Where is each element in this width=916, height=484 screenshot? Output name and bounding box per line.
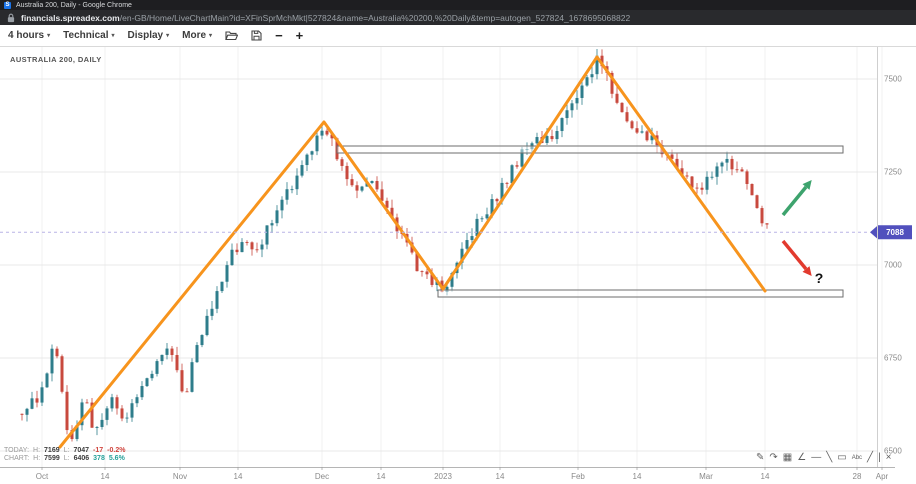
low-label: L: <box>64 447 70 455</box>
instrument-label: AUSTRALIA 200, DAILY <box>10 55 102 64</box>
chart-low-value: 6406 <box>74 455 90 463</box>
chevron-down-icon: ▾ <box>209 32 212 39</box>
question-mark-annotation[interactable]: ? <box>815 270 824 286</box>
today-high-value: 7169 <box>44 447 60 455</box>
x-axis-label: 28 <box>853 472 862 481</box>
today-low-value: 7047 <box>73 447 89 455</box>
x-axis-label: Dec <box>315 472 329 481</box>
chart-stats-row: CHART: H: 7599 L: 6406 378 5.6% <box>4 455 125 463</box>
save-icon <box>251 30 262 41</box>
display-menu[interactable]: Display ▾ <box>128 30 170 41</box>
folder-open-icon <box>225 30 238 41</box>
x-axis-label: 2023 <box>434 472 452 481</box>
chart-high-value: 7599 <box>44 455 60 463</box>
close-drawing-toolbar-icon[interactable]: × <box>886 451 892 465</box>
url-text: financials.spreadex.com/en-GB/Home/LiveC… <box>21 13 630 23</box>
y-axis-label: 7000 <box>884 261 902 270</box>
x-axis-label: Mar <box>699 472 713 481</box>
x-axis-label: Nov <box>173 472 187 481</box>
x-axis-label: Feb <box>571 472 585 481</box>
x-axis-label: Apr <box>876 472 889 481</box>
draw-angle-icon[interactable]: ∠ <box>797 451 806 465</box>
x-axis-label: Oct <box>36 472 49 481</box>
axes: 75007250700067506500Oct14Nov14Dec1420231… <box>0 47 902 481</box>
open-chart-button[interactable] <box>225 30 238 41</box>
current-price-badge: 7088 <box>870 225 912 239</box>
x-axis-label: 14 <box>496 472 505 481</box>
chart-label: CHART: <box>4 455 29 463</box>
svg-text:7088: 7088 <box>886 228 904 237</box>
bearish-arrow[interactable] <box>783 241 812 276</box>
save-chart-button[interactable] <box>251 30 262 41</box>
x-axis-label: 14 <box>377 472 386 481</box>
timeframe-menu[interactable]: 4 hours ▾ <box>8 30 50 41</box>
chart-change-pct: 5.6% <box>109 455 125 463</box>
today-label: TODAY: <box>4 447 29 455</box>
more-menu[interactable]: More ▾ <box>182 30 212 41</box>
x-axis-label: 14 <box>761 472 770 481</box>
chevron-down-icon: ▾ <box>166 32 169 39</box>
zoom-out-button[interactable]: − <box>275 31 283 41</box>
x-axis-label: 14 <box>234 472 243 481</box>
chart-stats: TODAY: H: 7169 L: 7047 -17 -0.2% CHART: … <box>4 447 125 463</box>
draw-pointer-icon[interactable]: ✎ <box>756 451 764 465</box>
today-change-value: -17 <box>93 447 103 455</box>
draw-diagonal-line-icon[interactable]: ╱ <box>867 451 873 465</box>
y-axis-label: 7250 <box>884 168 902 177</box>
draw-text-icon[interactable]: Abc <box>852 451 862 465</box>
drawing-toolbar: ✎ ↷ ▦ ∠ — ╲ ▭ Abc ╱ | × <box>756 451 892 465</box>
chart-toolbar: 4 hours ▾ Technical ▾ Display ▾ More ▾ <box>0 25 916 47</box>
window-titlebar[interactable]: S Australia 200, Daily - Google Chrome <box>0 0 916 10</box>
draw-freehand-icon[interactable]: ↷ <box>769 451 777 465</box>
x-axis-label: 14 <box>101 472 110 481</box>
url-path: /en-GB/Home/LiveChartMain?id=XFinSprMchM… <box>120 13 630 23</box>
draw-trendline-icon[interactable]: ╲ <box>826 451 832 465</box>
high-label: H: <box>33 447 40 455</box>
y-axis-label: 6750 <box>884 354 902 363</box>
timeframe-menu-label: 4 hours <box>8 30 44 41</box>
chevron-down-icon: ▾ <box>47 32 50 39</box>
zone-annotation-2[interactable] <box>438 290 843 297</box>
spreadex-favicon: S <box>4 2 11 9</box>
y-axis-label: 7500 <box>884 75 902 84</box>
x-axis-label: 14 <box>633 472 642 481</box>
draw-horizontal-line-icon[interactable]: — <box>811 451 821 465</box>
chart-change-value: 378 <box>93 455 105 463</box>
today-stats-row: TODAY: H: 7169 L: 7047 -17 -0.2% <box>4 447 125 455</box>
bullish-arrow[interactable] <box>783 180 812 215</box>
zoom-in-button[interactable]: + <box>296 31 304 41</box>
address-bar[interactable]: financials.spreadex.com/en-GB/Home/LiveC… <box>0 10 916 25</box>
padlock-icon <box>7 13 15 23</box>
draw-grid-icon[interactable]: ▦ <box>783 451 792 465</box>
candlesticks[interactable] <box>21 49 769 442</box>
today-change-pct: -0.2% <box>107 447 125 455</box>
zone-annotation-1[interactable] <box>337 146 843 153</box>
browser-window: S Australia 200, Daily - Google Chrome f… <box>0 0 916 484</box>
draw-vertical-line-icon[interactable]: | <box>878 451 881 465</box>
low-label: L: <box>64 455 70 463</box>
display-menu-label: Display <box>128 30 164 41</box>
technical-menu[interactable]: Technical ▾ <box>63 30 114 41</box>
draw-rectangle-icon[interactable]: ▭ <box>837 451 846 465</box>
window-title: Australia 200, Daily - Google Chrome <box>16 2 132 9</box>
url-domain: financials.spreadex.com <box>21 13 120 23</box>
more-menu-label: More <box>182 30 206 41</box>
technical-menu-label: Technical <box>63 30 108 41</box>
chevron-down-icon: ▾ <box>112 32 115 39</box>
high-label: H: <box>33 455 40 463</box>
price-chart[interactable]: 7088?75007250700067506500Oct14Nov14Dec14… <box>0 47 916 484</box>
